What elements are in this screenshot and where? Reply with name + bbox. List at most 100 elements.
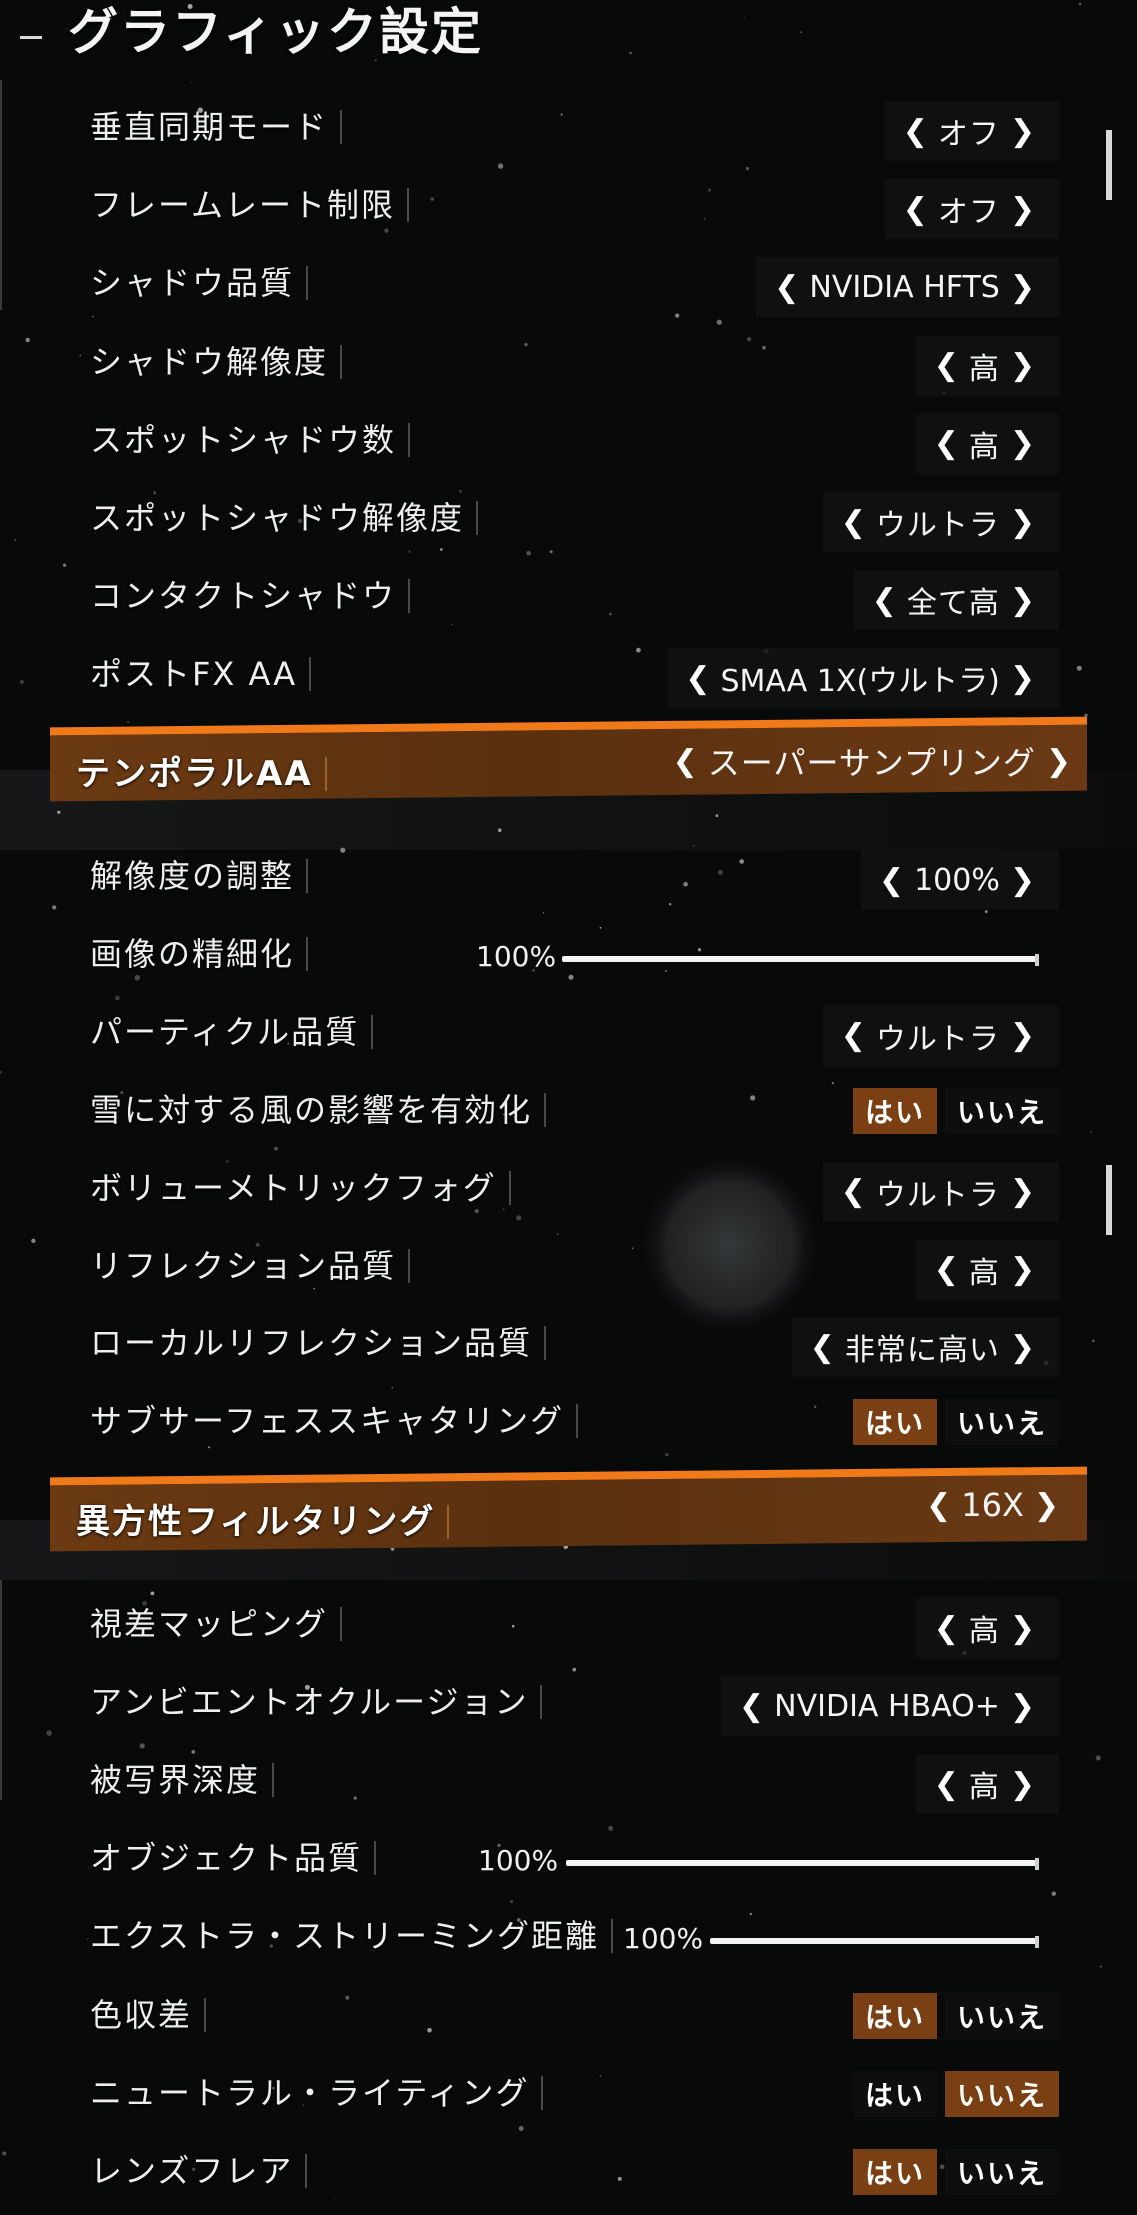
- yes-no-toggle[interactable]: はい いいえ: [845, 2070, 1059, 2117]
- chevron-left-icon[interactable]: ❮: [897, 114, 934, 149]
- setting-row[interactable]: ローカルリフレクション品質 ❮ 非常に高い ❯: [0, 1309, 1137, 1387]
- chevron-left-icon[interactable]: ❮: [928, 1252, 965, 1287]
- slider-track[interactable]: [566, 1860, 1037, 1867]
- setting-row[interactable]: シャドウ解像度 ❮ 高 ❯: [0, 328, 1137, 406]
- chevron-left-icon[interactable]: ❮: [873, 863, 910, 898]
- chevron-left-icon[interactable]: ❮: [920, 1488, 957, 1523]
- yes-no-toggle[interactable]: はい いいえ: [845, 2148, 1059, 2195]
- option-selector[interactable]: ❮ SMAA 1X(ウルトラ) ❯: [667, 648, 1059, 709]
- toggle-yes-option[interactable]: はい: [852, 1992, 937, 2039]
- option-selector[interactable]: ❮ 16X ❯: [920, 1486, 1065, 1524]
- chevron-left-icon[interactable]: ❮: [928, 1611, 965, 1646]
- chevron-right-icon[interactable]: ❯: [1004, 1330, 1041, 1365]
- chevron-right-icon[interactable]: ❯: [1004, 1252, 1041, 1287]
- setting-row[interactable]: 視差マッピング ❮ 高 ❯: [0, 1590, 1137, 1668]
- option-selector[interactable]: ❮ ウルトラ ❯: [822, 492, 1059, 552]
- toggle-no-option[interactable]: いいえ: [944, 1087, 1059, 1134]
- setting-row[interactable]: エクストラ・ストリーミング距離 100%: [0, 1902, 1137, 1980]
- option-selector[interactable]: ❮ 高 ❯: [915, 413, 1059, 474]
- chevron-left-icon[interactable]: ❮: [897, 192, 934, 227]
- slider-track[interactable]: [710, 1938, 1037, 1945]
- percent-slider[interactable]: 100%: [478, 1838, 1039, 1888]
- setting-row[interactable]: シャドウ品質 ❮ NVIDIA HFTS ❯: [0, 249, 1137, 327]
- setting-row[interactable]: 画像の精細化 100%: [0, 920, 1137, 998]
- chevron-left-icon[interactable]: ❮: [928, 1767, 965, 1802]
- setting-row[interactable]: スポットシャドウ解像度 ❮ ウルトラ ❯: [0, 484, 1137, 562]
- slider-handle[interactable]: [1035, 953, 1039, 966]
- chevron-right-icon[interactable]: ❯: [1004, 192, 1041, 227]
- slider-track[interactable]: [562, 955, 1037, 962]
- toggle-no-option[interactable]: いいえ: [944, 2148, 1059, 2195]
- toggle-yes-option[interactable]: はい: [852, 1087, 937, 1134]
- setting-row[interactable]: サブサーフェススキャタリング はい いいえ: [0, 1387, 1137, 1465]
- chevron-left-icon[interactable]: ❮: [804, 1330, 841, 1365]
- option-selector[interactable]: ❮ 全て高 ❯: [853, 570, 1059, 631]
- chevron-right-icon[interactable]: ❯: [1004, 270, 1041, 305]
- option-selector[interactable]: ❮ オフ ❯: [884, 101, 1059, 161]
- option-selector[interactable]: ❮ 高 ❯: [915, 1754, 1059, 1815]
- chevron-left-icon[interactable]: ❮: [835, 505, 872, 540]
- chevron-left-icon[interactable]: ❮: [679, 661, 716, 696]
- chevron-left-icon[interactable]: ❮: [928, 348, 965, 383]
- setting-row[interactable]: 雪に対する風の影響を有効化 はい いいえ: [0, 1076, 1137, 1154]
- option-selector[interactable]: ❮ 100% ❯: [860, 850, 1059, 910]
- setting-row[interactable]: スポットシャドウ数 ❮ 高 ❯: [0, 406, 1137, 484]
- toggle-yes-option[interactable]: はい: [852, 2070, 937, 2117]
- yes-no-toggle[interactable]: はい いいえ: [845, 1992, 1059, 2039]
- option-selector[interactable]: ❮ オフ ❯: [884, 179, 1059, 240]
- setting-row[interactable]: オブジェクト品質 100%: [0, 1824, 1137, 1902]
- setting-row[interactable]: レンズフレア はい いいえ: [0, 2137, 1137, 2215]
- chevron-left-icon[interactable]: ❮: [667, 744, 704, 779]
- chevron-right-icon[interactable]: ❯: [1004, 348, 1041, 383]
- setting-row[interactable]: コンタクトシャドウ ❮ 全て高 ❯: [0, 562, 1137, 640]
- chevron-right-icon[interactable]: ❯: [1004, 583, 1041, 618]
- percent-slider[interactable]: 100%: [623, 1916, 1039, 1966]
- setting-row[interactable]: ボリューメトリックフォグ ❮ ウルトラ ❯: [0, 1154, 1137, 1232]
- setting-row[interactable]: リフレクション品質 ❮ 高 ❯: [0, 1232, 1137, 1310]
- setting-row[interactable]: ポストFX AA ❮ SMAA 1X(ウルトラ) ❯: [0, 640, 1137, 718]
- option-selector[interactable]: ❮ 高 ❯: [915, 335, 1059, 396]
- chevron-left-icon[interactable]: ❮: [768, 270, 805, 305]
- option-selector[interactable]: ❮ ウルトラ ❯: [822, 1161, 1059, 1222]
- chevron-right-icon[interactable]: ❯: [1004, 1611, 1041, 1646]
- yes-no-toggle[interactable]: はい いいえ: [845, 1399, 1059, 1446]
- slider-handle[interactable]: [1035, 1936, 1039, 1949]
- option-selector[interactable]: ❮ NVIDIA HBAO+ ❯: [721, 1676, 1059, 1737]
- setting-row[interactable]: 被写界深度 ❮ 高 ❯: [0, 1746, 1137, 1824]
- chevron-right-icon[interactable]: ❯: [1004, 426, 1041, 461]
- option-selector[interactable]: ❮ ウルトラ ❯: [822, 1005, 1059, 1066]
- toggle-yes-option[interactable]: はい: [852, 1399, 937, 1446]
- chevron-right-icon[interactable]: ❯: [1004, 863, 1041, 898]
- chevron-right-icon[interactable]: ❯: [1004, 1174, 1041, 1209]
- yes-no-toggle[interactable]: はい いいえ: [845, 1087, 1059, 1134]
- chevron-right-icon[interactable]: ❯: [1004, 1767, 1041, 1802]
- chevron-right-icon[interactable]: ❯: [1004, 661, 1041, 696]
- chevron-left-icon[interactable]: ❮: [866, 583, 903, 618]
- chevron-right-icon[interactable]: ❯: [1040, 744, 1077, 779]
- option-selector[interactable]: ❮ 非常に高い ❯: [791, 1317, 1059, 1378]
- chevron-left-icon[interactable]: ❮: [733, 1689, 770, 1724]
- setting-row[interactable]: アンビエントオクルージョン ❮ NVIDIA HBAO+ ❯: [0, 1668, 1137, 1746]
- toggle-yes-option[interactable]: はい: [852, 2148, 937, 2195]
- slider-handle[interactable]: [1035, 1858, 1039, 1871]
- toggle-no-option[interactable]: いいえ: [944, 1399, 1059, 1446]
- setting-row[interactable]: 色収差 はい いいえ: [0, 1981, 1137, 2059]
- chevron-left-icon[interactable]: ❮: [835, 1018, 872, 1053]
- chevron-right-icon[interactable]: ❯: [1004, 1018, 1041, 1053]
- chevron-right-icon[interactable]: ❯: [1004, 505, 1041, 540]
- setting-row[interactable]: 垂直同期モード ❮ オフ ❯: [0, 93, 1137, 171]
- chevron-right-icon[interactable]: ❯: [1004, 114, 1041, 149]
- chevron-right-icon[interactable]: ❯: [1028, 1488, 1065, 1523]
- chevron-left-icon[interactable]: ❮: [835, 1174, 872, 1209]
- percent-slider[interactable]: 100%: [476, 934, 1039, 984]
- option-selector[interactable]: ❮ 高 ❯: [915, 1598, 1059, 1658]
- setting-row[interactable]: ニュートラル・ライティング はい いいえ: [0, 2059, 1137, 2137]
- setting-row[interactable]: フレームレート制限 ❮ オフ ❯: [0, 171, 1137, 249]
- option-selector[interactable]: ❮ NVIDIA HFTS ❯: [756, 257, 1059, 318]
- chevron-left-icon[interactable]: ❮: [928, 426, 965, 461]
- setting-row[interactable]: 解像度の調整 ❮ 100% ❯: [0, 842, 1137, 920]
- setting-row[interactable]: パーティクル品質 ❮ ウルトラ ❯: [0, 998, 1137, 1076]
- chevron-right-icon[interactable]: ❯: [1004, 1689, 1041, 1724]
- option-selector[interactable]: ❮ 高 ❯: [915, 1239, 1059, 1300]
- option-selector[interactable]: ❮ スーパーサンプリング ❯: [667, 738, 1077, 784]
